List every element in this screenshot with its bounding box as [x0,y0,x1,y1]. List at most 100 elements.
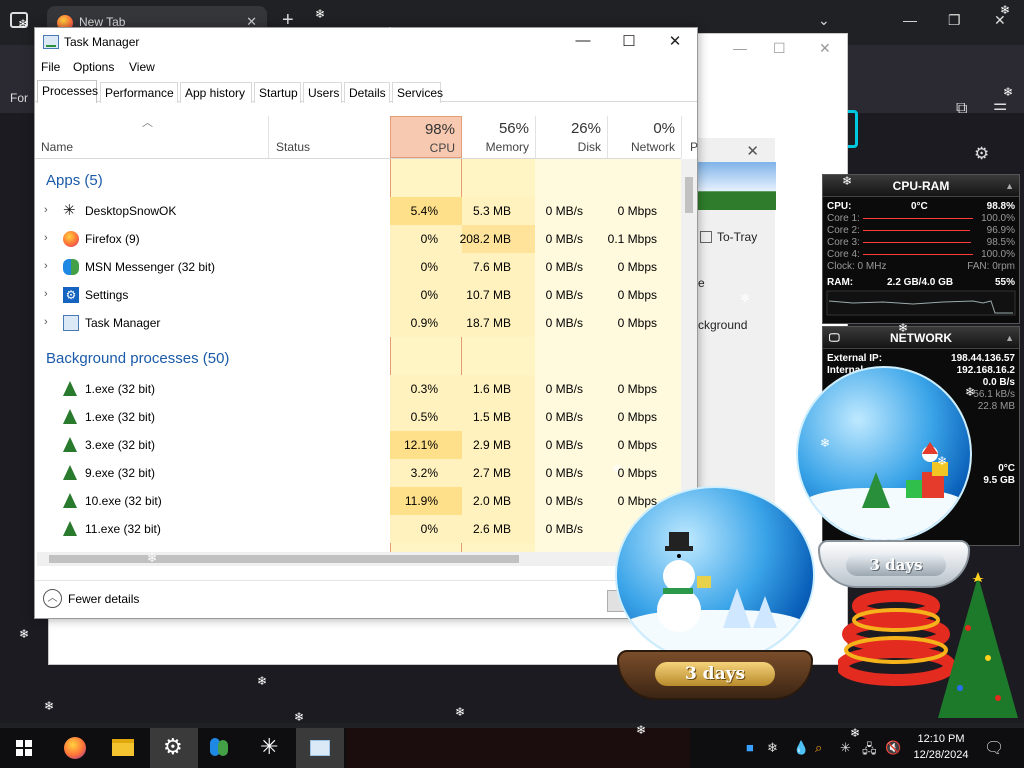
volume-muted-icon[interactable]: 🔇 [885,740,901,756]
process-row[interactable]: › ⚙ Settings 0% 10.7 MB 0 MB/s 0 Mbps [35,281,681,309]
process-row[interactable]: › ✳ DesktopSnowOK 5.4% 5.3 MB 0 MB/s 0 Mbps [35,197,681,225]
taskbar-task-manager[interactable] [296,728,344,768]
fewer-details-link[interactable]: Fewer details [68,592,139,606]
chevron-right-icon[interactable]: › [44,232,48,244]
column-disk[interactable]: 26% Disk [535,116,607,158]
triangle-icon[interactable]: ▲ [1005,327,1014,349]
process-cpu: 0.5% [410,410,438,424]
tab-details[interactable]: Details [344,82,390,103]
core-bar [863,254,973,255]
network-title[interactable]: 🖵 NETWORK ▲ [823,327,1019,349]
ram-graph [826,290,1016,316]
cpu-ram-title[interactable]: CPU-RAM ▲ [823,175,1019,197]
core-value: 98.5% [986,237,1015,248]
column-status[interactable]: Status [276,140,310,154]
scroll-thumb[interactable] [49,555,519,563]
process-network: 0 Mbps [617,410,657,424]
process-name: 9.exe (32 bit) [85,466,156,480]
column-divider [268,116,269,158]
tray-drop-icon[interactable]: 💧 [793,740,809,756]
taskbar-messenger[interactable] [198,728,246,768]
column-divider [681,116,682,158]
process-row[interactable]: 9.exe (32 bit) 3.2% 2.7 MB 0 MB/s 0 Mbps [35,459,681,487]
background-group-header[interactable]: Background processes (50) [46,350,229,367]
process-cpu: 3.2% [410,466,438,480]
clock[interactable]: 12:10 PM 12/28/2024 [905,731,977,763]
column-cpu[interactable]: 98% CPU [390,116,462,158]
column-name[interactable]: Name [41,140,73,154]
triangle-icon[interactable]: ▲ [1005,175,1014,197]
process-row[interactable]: › MSN Messenger (32 bit) 0% 7.6 MB 0 MB/s 0 M… [35,253,681,281]
network-icon[interactable]: 🖧 [862,740,877,762]
taskbar-settings[interactable]: ⚙ [150,728,198,768]
to-tray-checkbox[interactable]: To-Tray [700,230,757,244]
task-manager-icon [63,315,79,331]
tab-app-history[interactable]: App history [180,82,252,103]
tab-processes[interactable]: Processes [37,80,98,103]
snowflake-icon: ❄ [842,174,853,188]
snowflake-icon: ❄ [455,705,466,719]
process-network: 0 Mbps [617,382,657,396]
chevron-right-icon[interactable]: › [44,288,48,300]
tray-search-icon[interactable]: ⌕ [815,740,822,756]
tray-snowflake-icon[interactable]: ✳ [840,740,851,756]
process-row[interactable]: › Task Manager 0.9% 18.7 MB 0 MB/s 0 Mbps [35,309,681,337]
clock-date: 12/28/2024 [913,749,969,761]
maximize-icon[interactable]: ☐ [773,40,786,57]
menu-options[interactable]: Options [73,60,114,74]
process-cpu: 5.4% [410,204,438,218]
notification-icon[interactable]: 🗨 [984,738,1004,758]
start-button[interactable] [0,728,48,768]
tab-users[interactable]: Users [303,82,342,103]
chevron-right-icon[interactable]: › [44,316,48,328]
apps-group-header[interactable]: Apps (5) [46,172,103,189]
scroll-thumb[interactable] [685,177,693,213]
tab-startup[interactable]: Startup [254,82,301,103]
tab-performance[interactable]: Performance [100,82,178,103]
column-power[interactable]: P [690,140,698,154]
process-row[interactable]: › Firefox (9) 0% 208.2 MB 0 MB/s 0.1 Mbps [35,225,681,253]
column-memory[interactable]: 56% Memory [462,116,535,158]
minimize-icon[interactable]: — [903,12,917,28]
size-value: 9.5 GB [983,475,1015,486]
footer: ︿ Fewer details [35,580,697,618]
minimize-button[interactable]: — [568,32,598,49]
process-memory: 208.2 MB [459,232,511,246]
close-icon[interactable]: ✕ [746,142,759,160]
settings-gear-icon[interactable]: ⚙ [974,144,989,164]
core-line: Core 3: 98.5% [823,237,1019,249]
tab-services[interactable]: Services [392,82,443,103]
process-row[interactable]: 3.exe (32 bit) 12.1% 2.9 MB 0 MB/s 0 Mbps [35,431,681,459]
taskbar-desktopsnow[interactable]: ✳ [246,728,294,768]
process-row[interactable]: 11.exe (32 bit) 0% 2.6 MB 0 MB/s [35,515,681,543]
tray-square-icon[interactable]: ■ [746,740,754,755]
chevron-right-icon[interactable]: › [44,204,48,216]
process-network: 0.1 Mbps [607,232,657,246]
core-label: Core 4: [827,249,860,260]
process-row[interactable]: 10.exe (32 bit) 11.9% 2.0 MB 0 MB/s 0 Mbps [35,487,681,515]
chevron-down-icon[interactable]: ⌄ [818,12,830,29]
horizontal-scrollbar[interactable] [37,552,681,566]
menu-file[interactable]: File [41,60,60,74]
chevron-right-icon[interactable]: › [44,260,48,272]
minimize-icon[interactable]: — [733,40,747,56]
process-row[interactable]: 1.exe (32 bit) 0.3% 1.6 MB 0 MB/s 0 Mbps [35,375,681,403]
taskbar-firefox[interactable] [50,728,98,768]
close-button[interactable]: ✕ [660,32,690,50]
process-disk: 0 MB/s [545,466,583,480]
maximize-button[interactable]: ☐ [614,32,644,50]
cpu-label: CPU [429,141,455,155]
column-network[interactable]: 0% Network [607,116,681,158]
chevron-up-icon[interactable]: ︿ [43,589,62,608]
menu-view[interactable]: View [129,60,155,74]
process-memory: 7.6 MB [472,260,511,274]
tree-icon [63,493,77,508]
taskbar-explorer[interactable] [98,728,146,768]
tray-app-icon[interactable]: ❄ [767,740,778,756]
process-row[interactable]: 1.exe (32 bit) 0.5% 1.5 MB 0 MB/s 0 Mbps [35,403,681,431]
close-icon[interactable]: ✕ [819,40,831,57]
snowflake-icon: ❄ [820,436,831,450]
sort-arrow-icon: ︿ [142,117,153,129]
process-cpu: 0.9% [410,316,438,330]
restore-icon[interactable]: ❐ [948,12,961,29]
